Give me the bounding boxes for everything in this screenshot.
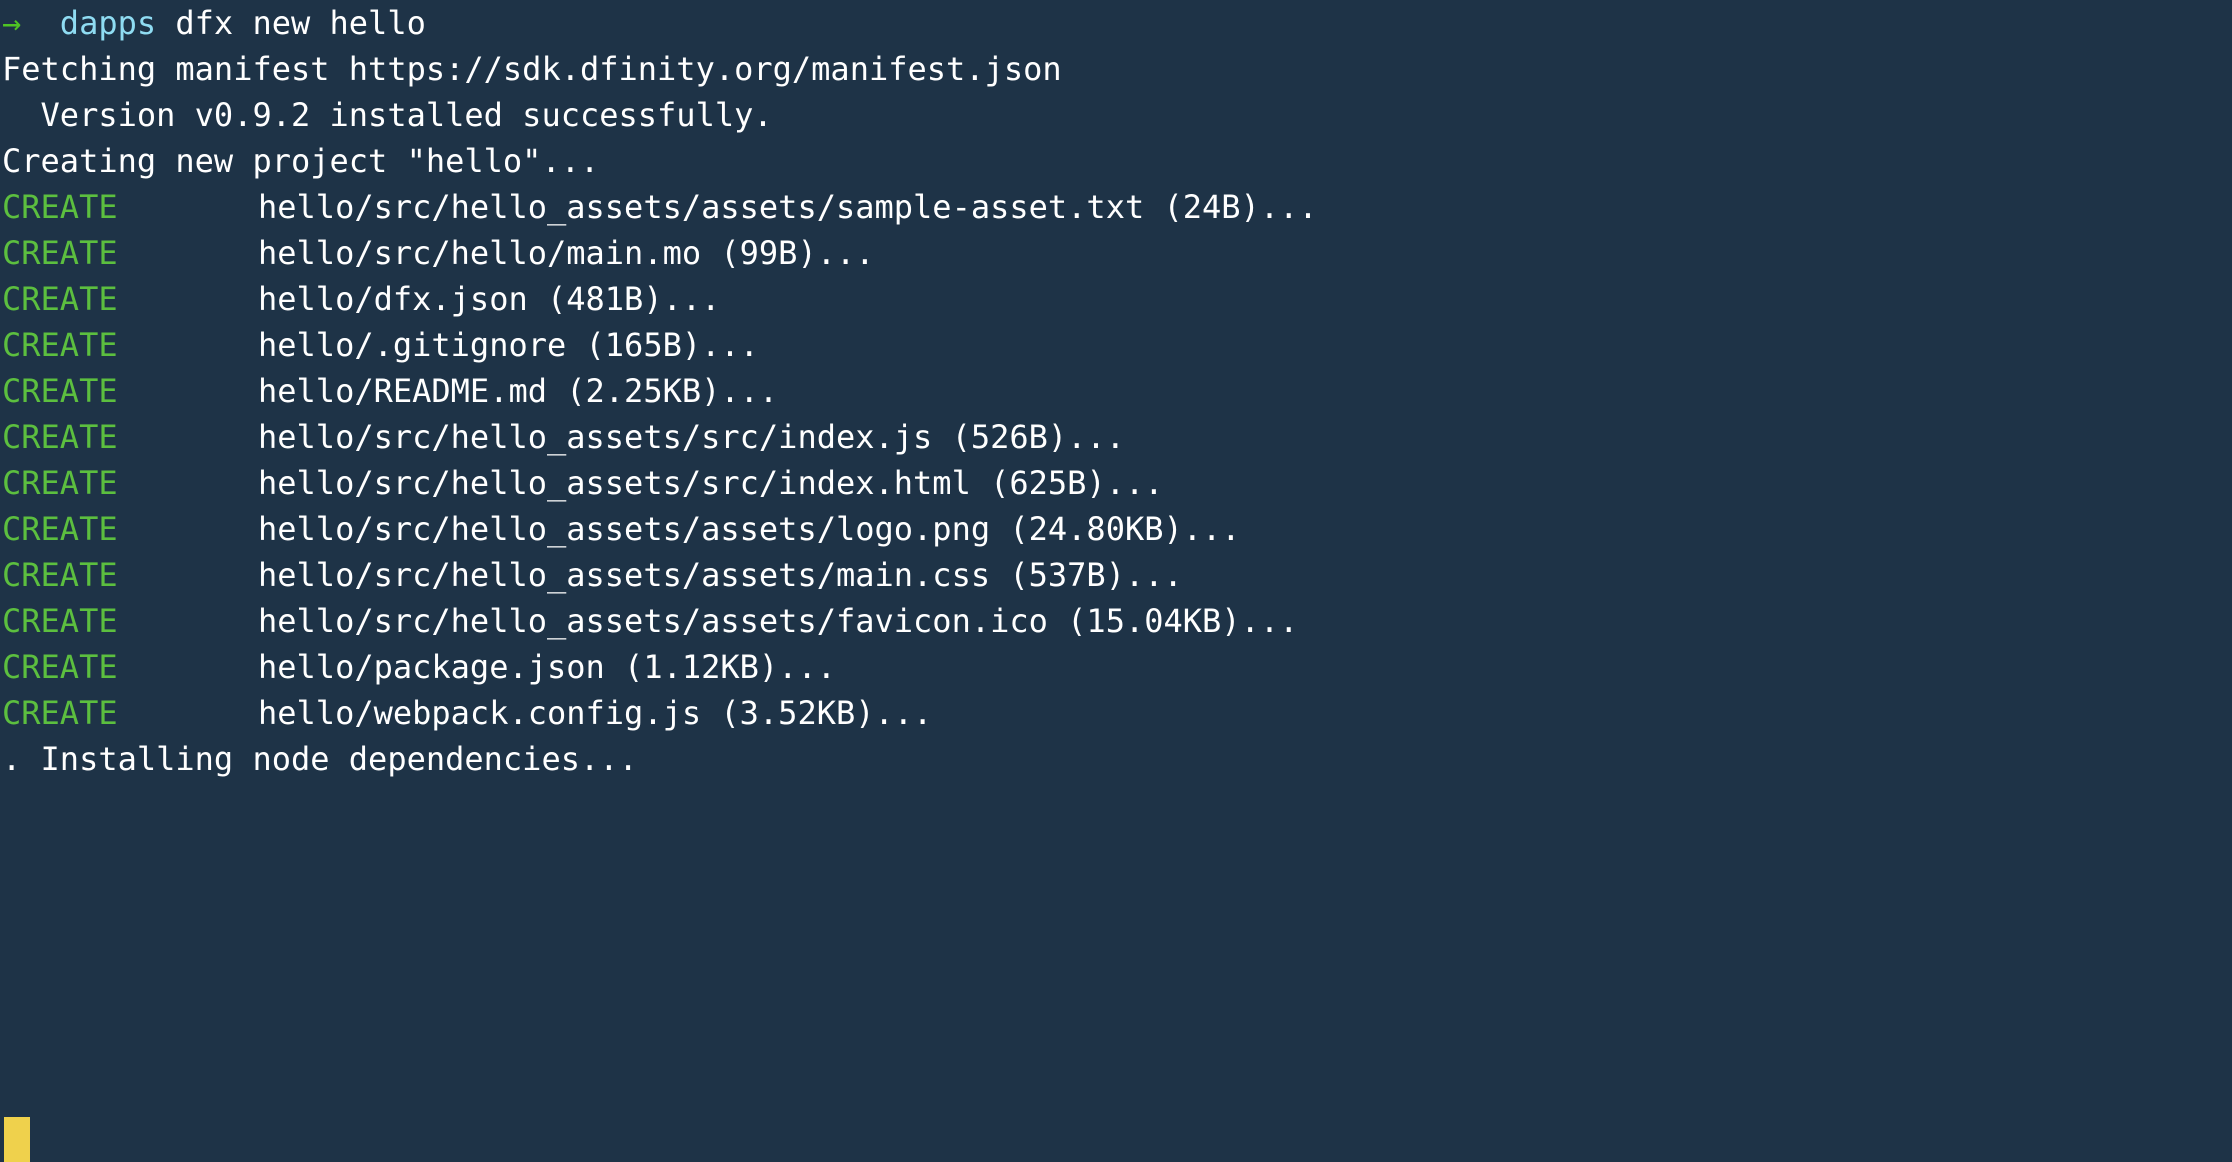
create-path: hello/src/hello/main.mo (99B)... — [258, 234, 875, 272]
output-fetching-manifest: Fetching manifest https://sdk.dfinity.or… — [2, 50, 1062, 88]
create-path: hello/src/hello_assets/src/index.html (6… — [258, 464, 1164, 502]
create-path: hello/src/hello_assets/assets/sample-ass… — [258, 188, 1318, 226]
create-row: CREATE hello/package.json (1.12KB)... — [0, 644, 2232, 690]
create-path: hello/package.json (1.12KB)... — [258, 648, 836, 686]
create-row: CREATE hello/src/hello_assets/src/index.h… — [0, 460, 2232, 506]
create-tag: CREATE — [2, 556, 118, 594]
prompt-directory: dapps — [59, 4, 157, 42]
create-tag: CREATE — [2, 372, 118, 410]
output-version-installed: Version v0.9.2 installed successfully. — [2, 96, 773, 134]
terminal-window[interactable]: → dapps dfx new hello Fetching manifest … — [0, 0, 2232, 1162]
create-row: CREATE hello/src/hello_assets/assets/main… — [0, 552, 2232, 598]
output-installing-dependencies: . Installing node dependencies... — [2, 740, 638, 778]
create-path: hello/src/hello_assets/assets/logo.png (… — [258, 510, 1241, 548]
create-row: CREATE hello/src/hello_assets/assets/favi… — [0, 598, 2232, 644]
create-row: CREATE hello/src/hello_assets/src/index.j… — [0, 414, 2232, 460]
create-tag: CREATE — [2, 464, 118, 502]
create-path: hello/src/hello_assets/assets/main.css (… — [258, 556, 1183, 594]
create-path: hello/dfx.json (481B)... — [258, 280, 721, 318]
create-path: hello/README.md (2.25KB)... — [258, 372, 779, 410]
create-tag: CREATE — [2, 188, 118, 226]
prompt-command: dfx new hello — [156, 4, 426, 42]
create-row: CREATE hello/src/hello_assets/assets/samp… — [0, 184, 2232, 230]
output-creating-project: Creating new project "hello"... — [2, 142, 600, 180]
create-row: CREATE hello/src/hello/main.mo (99B)... — [0, 230, 2232, 276]
create-row: CREATE hello/src/hello_assets/assets/logo… — [0, 506, 2232, 552]
create-path: hello/.gitignore (165B)... — [258, 326, 759, 364]
create-path: hello/webpack.config.js (3.52KB)... — [258, 694, 933, 732]
create-tag: CREATE — [2, 326, 118, 364]
create-tag: CREATE — [2, 510, 118, 548]
create-path: hello/src/hello_assets/assets/favicon.ic… — [258, 602, 1299, 640]
text-cursor — [4, 1117, 30, 1162]
prompt-line: → dapps dfx new hello — [0, 0, 2232, 46]
create-row: CREATE hello/README.md (2.25KB)... — [0, 368, 2232, 414]
create-tag: CREATE — [2, 648, 118, 686]
create-row: CREATE hello/webpack.config.js (3.52KB)..… — [0, 690, 2232, 736]
create-tag: CREATE — [2, 418, 118, 456]
create-row: CREATE hello/dfx.json (481B)... — [0, 276, 2232, 322]
prompt-gap — [21, 4, 60, 42]
create-path: hello/src/hello_assets/src/index.js (526… — [258, 418, 1125, 456]
create-tag: CREATE — [2, 280, 118, 318]
create-tag: CREATE — [2, 234, 118, 272]
prompt-arrow-icon: → — [2, 4, 22, 42]
create-tag: CREATE — [2, 602, 118, 640]
create-tag: CREATE — [2, 694, 118, 732]
create-row: CREATE hello/.gitignore (165B)... — [0, 322, 2232, 368]
